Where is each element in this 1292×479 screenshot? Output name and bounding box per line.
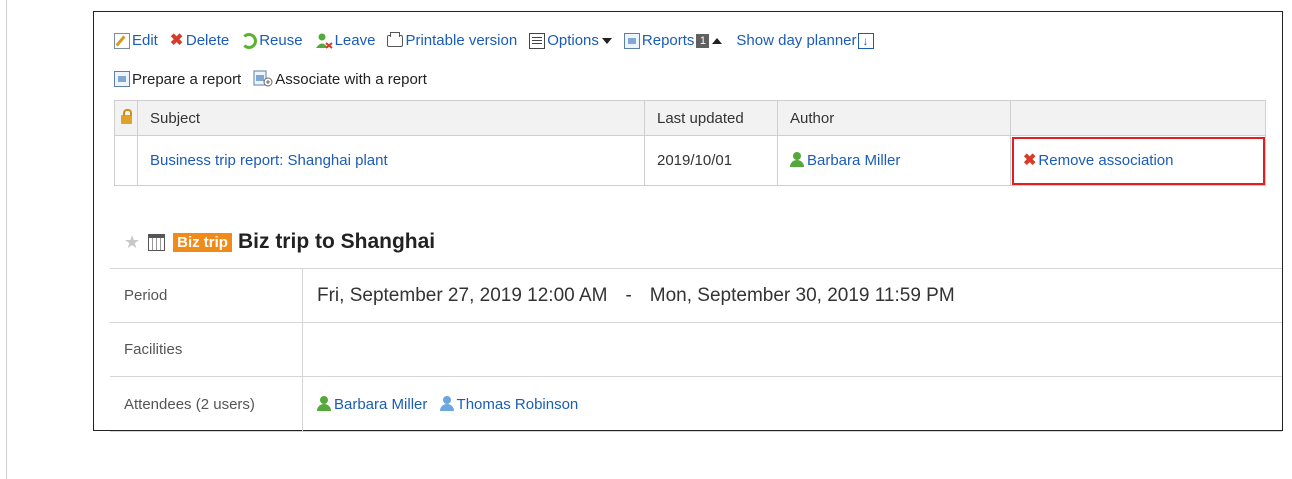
associate-report-button[interactable]: Associate with a report	[253, 70, 427, 88]
action-header	[1010, 100, 1266, 136]
period-value: Fri, September 27, 2019 12:00 AM - Mon, Se…	[302, 268, 1282, 323]
table-header-row: Subject Last updated Author	[114, 100, 1266, 136]
associated-reports-table: Subject Last updated Author Business tri…	[114, 100, 1266, 186]
attendee-name: Barbara Miller	[334, 395, 428, 413]
lock-header	[114, 100, 138, 136]
period-start: Fri, September 27, 2019 12:00 AM	[317, 284, 608, 306]
schedule-detail-panel: Edit ✖ Delete Reuse Leave Printable vers…	[93, 11, 1283, 432]
attendee-name: Thomas Robinson	[456, 395, 579, 413]
attendee-link[interactable]: Thomas Robinson	[439, 395, 579, 413]
reuse-button[interactable]: Reuse	[241, 32, 303, 49]
event-title: Biz trip to Shanghai	[237, 230, 436, 253]
period-separator: -	[625, 284, 632, 306]
prepare-report-button[interactable]: Prepare a report	[114, 71, 241, 88]
remove-x-icon: ✖	[1023, 152, 1037, 169]
reports-label: Reports	[641, 32, 695, 49]
options-dropdown[interactable]: Options	[529, 32, 612, 49]
download-arrow-icon: ↓	[857, 32, 874, 49]
lock-cell	[114, 135, 138, 186]
report-subject-link[interactable]: Business trip report: Shanghai plant	[150, 152, 388, 169]
user-icon	[317, 395, 331, 411]
attendees-row: Attendees (2 users) Barbara Miller Thoma…	[110, 376, 1282, 432]
author-name: Barbara Miller	[807, 152, 901, 169]
options-label: Options	[547, 32, 599, 49]
leave-label: Leave	[334, 32, 376, 49]
reuse-label: Reuse	[259, 32, 303, 49]
printable-label: Printable version	[405, 32, 518, 49]
star-icon[interactable]: ★	[124, 232, 140, 253]
options-list-icon	[529, 32, 546, 49]
period-label: Period	[110, 268, 303, 323]
printer-icon	[387, 31, 404, 47]
table-row: Business trip report: Shanghai plant 201…	[114, 135, 1266, 186]
day-planner-label: Show day planner	[736, 32, 857, 49]
user-icon	[439, 395, 454, 411]
reports-count-badge: 1	[696, 33, 710, 48]
show-day-planner-link[interactable]: Show day planner ↓	[736, 32, 875, 49]
remove-association-cell: ✖ Remove association	[1010, 135, 1266, 186]
edit-icon	[114, 32, 130, 49]
chevron-down-icon	[601, 37, 612, 44]
last-updated-header: Last updated	[644, 100, 778, 136]
reports-toggle[interactable]: Reports 1	[623, 32, 710, 49]
collapse-up-icon[interactable]	[712, 37, 723, 44]
remove-association-label: Remove association	[1038, 152, 1174, 169]
leave-button[interactable]: Leave	[315, 32, 376, 49]
attendees-label: Attendees (2 users)	[110, 376, 303, 432]
report-updated: 2019/10/01	[644, 135, 778, 186]
leave-user-icon	[315, 33, 333, 49]
left-divider	[6, 0, 7, 479]
report-icon	[114, 71, 130, 87]
facilities-row: Facilities	[110, 322, 1282, 377]
lock-icon	[120, 108, 132, 124]
edit-button[interactable]: Edit	[114, 32, 158, 49]
action-toolbar: Edit ✖ Delete Reuse Leave Printable vers…	[114, 31, 888, 49]
event-details-table: Period Fri, September 27, 2019 12:00 AM -…	[110, 268, 1282, 432]
user-icon	[790, 152, 804, 167]
period-row: Period Fri, September 27, 2019 12:00 AM -…	[110, 268, 1282, 323]
edit-label: Edit	[132, 32, 158, 49]
author-header: Author	[777, 100, 1011, 136]
subject-header: Subject	[137, 100, 645, 136]
attendee-link[interactable]: Barbara Miller	[317, 395, 428, 413]
facilities-label: Facilities	[110, 322, 303, 377]
event-title-row: ★ Biz trip Biz trip to Shanghai	[124, 230, 435, 254]
delete-button[interactable]: ✖ Delete	[170, 32, 229, 49]
associate-report-icon	[253, 70, 273, 88]
period-end: Mon, September 30, 2019 11:59 PM	[649, 284, 955, 306]
remove-association-button[interactable]: ✖ Remove association	[1023, 152, 1173, 169]
calendar-icon	[148, 233, 166, 251]
author-link[interactable]: Barbara Miller	[790, 152, 900, 169]
printable-version-button[interactable]: Printable version	[387, 31, 518, 49]
prepare-report-label: Prepare a report	[132, 70, 242, 88]
delete-x-icon: ✖	[169, 31, 184, 49]
report-icon	[623, 32, 640, 49]
associate-report-label: Associate with a report	[275, 70, 427, 88]
facilities-value	[302, 322, 1282, 377]
category-badge: Biz trip	[173, 232, 232, 252]
reuse-icon	[241, 32, 258, 49]
report-actions: Prepare a report Associate with a report	[114, 70, 439, 88]
attendees-value: Barbara Miller Thomas Robinson	[302, 376, 1282, 432]
delete-label: Delete	[185, 32, 230, 49]
